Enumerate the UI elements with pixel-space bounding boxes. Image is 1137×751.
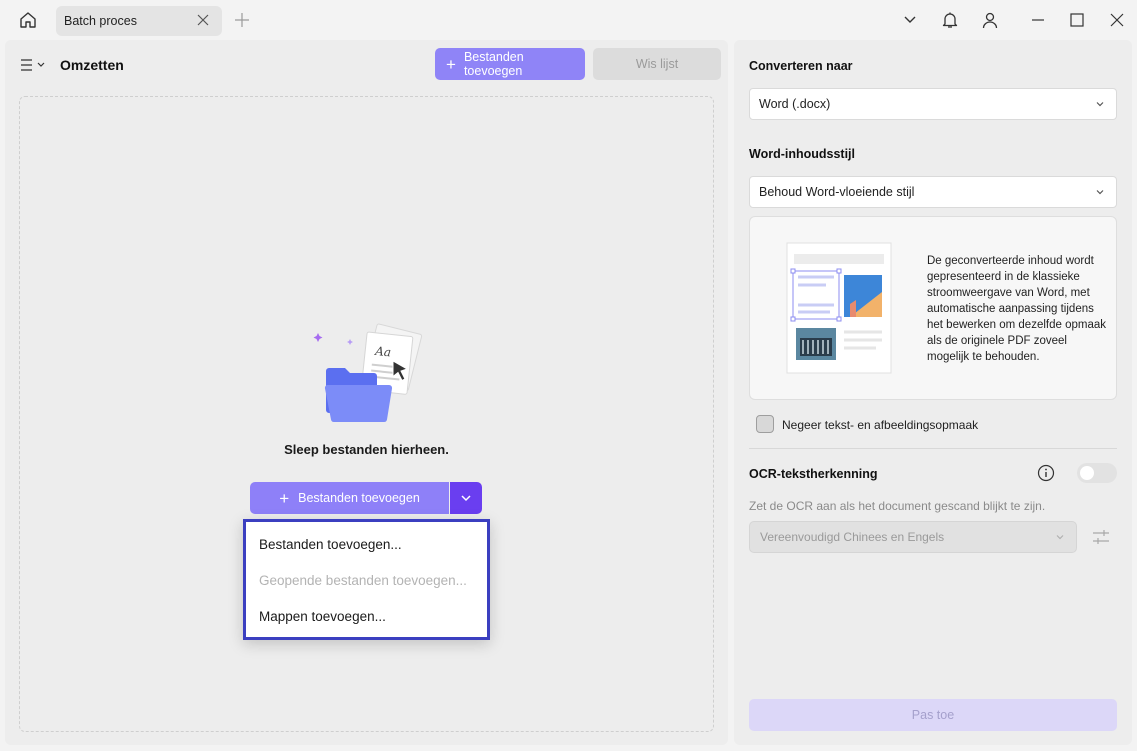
ocr-language-value: Vereenvoudigd Chinees en Engels [760, 530, 945, 544]
toggle-knob [1080, 466, 1094, 480]
close-icon [1110, 13, 1124, 27]
ocr-hint: Zet de OCR aan als het document gescand … [749, 499, 1046, 513]
minimize-button[interactable] [1028, 10, 1048, 30]
maximize-button[interactable] [1067, 10, 1087, 30]
user-icon [982, 12, 998, 29]
menu-item-add-files[interactable]: Bestanden toevoegen... [259, 537, 402, 552]
plus-icon: + [279, 488, 290, 508]
file-list-panel: Omzetten + Bestanden toevoegen Wis lijst… [5, 40, 728, 745]
expand-tabs-button[interactable] [900, 10, 920, 30]
menu-item-add-opened-files: Geopende bestanden toevoegen... [259, 573, 467, 588]
account-button[interactable] [980, 10, 1000, 30]
word-style-select[interactable]: Behoud Word-vloeiende stijl [749, 176, 1117, 208]
notifications-button[interactable] [940, 10, 960, 30]
add-files-main-label: Bestanden toevoegen [298, 491, 420, 505]
home-button[interactable] [14, 7, 42, 33]
plus-icon: + [446, 54, 456, 74]
apply-button: Pas toe [749, 699, 1117, 731]
convert-to-value: Word (.docx) [759, 97, 831, 111]
chevron-down-icon [904, 16, 916, 23]
add-files-label: Bestanden toevoegen [463, 50, 524, 78]
style-preview-card: De geconverteerde inhoud wordt gepresent… [749, 216, 1117, 400]
add-files-dropdown-menu: Bestanden toevoegen... Geopende bestande… [243, 519, 490, 640]
ocr-toggle[interactable] [1077, 463, 1117, 483]
clear-list-button[interactable]: Wis lijst [593, 48, 721, 80]
settings-panel: Converteren naar Word (.docx) Word-inhou… [734, 40, 1132, 745]
word-document-preview-icon [786, 242, 892, 374]
add-files-main-button[interactable]: + Bestanden toevoegen [250, 482, 449, 514]
chevron-down-icon [1096, 102, 1104, 107]
tab-title: Batch proces [64, 14, 137, 28]
add-files-button[interactable]: + Bestanden toevoegen [435, 48, 585, 80]
style-description: De geconverteerde inhoud wordt gepresent… [927, 255, 1106, 363]
svg-text:Aa: Aa [374, 344, 392, 360]
divider [749, 448, 1117, 449]
chevron-down-icon [1096, 190, 1104, 195]
convert-to-label: Converteren naar [749, 59, 853, 73]
apply-label: Pas toe [911, 708, 955, 722]
close-window-button[interactable] [1107, 10, 1127, 30]
plus-icon[interactable] [234, 12, 250, 28]
info-icon[interactable] [1037, 464, 1055, 482]
drop-hint: Sleep bestanden hierheen. [284, 442, 449, 457]
page-title: Omzetten [60, 57, 124, 73]
tab-batch-process[interactable]: Batch proces [56, 6, 222, 36]
clear-list-label: Wis lijst [635, 57, 679, 71]
ocr-language-select: Vereenvoudigd Chinees en Engels [749, 521, 1077, 553]
word-style-label: Word-inhoudsstijl [749, 147, 856, 161]
convert-to-select[interactable]: Word (.docx) [749, 88, 1117, 120]
home-icon [20, 12, 36, 28]
bell-icon [942, 12, 958, 28]
maximize-icon [1070, 13, 1084, 27]
menu-icon [21, 59, 45, 71]
sliders-icon [1093, 530, 1109, 544]
menu-button[interactable] [20, 57, 48, 73]
minimize-icon [1032, 19, 1044, 21]
chevron-down-icon [1056, 535, 1064, 540]
folder-files-illustration-icon: Aa [313, 323, 423, 423]
ocr-label: OCR-tekstherkenning [749, 467, 878, 481]
add-files-dropdown-toggle[interactable] [450, 482, 482, 514]
word-style-value: Behoud Word-vloeiende stijl [759, 185, 915, 199]
close-icon[interactable] [196, 13, 210, 27]
ignore-format-checkbox[interactable] [756, 415, 774, 433]
title-bar: Batch proces [0, 0, 1137, 40]
ignore-format-label: Negeer tekst- en afbeeldingsopmaak [782, 418, 979, 432]
menu-item-add-folders[interactable]: Mappen toevoegen... [259, 609, 386, 624]
chevron-down-icon [461, 495, 471, 502]
